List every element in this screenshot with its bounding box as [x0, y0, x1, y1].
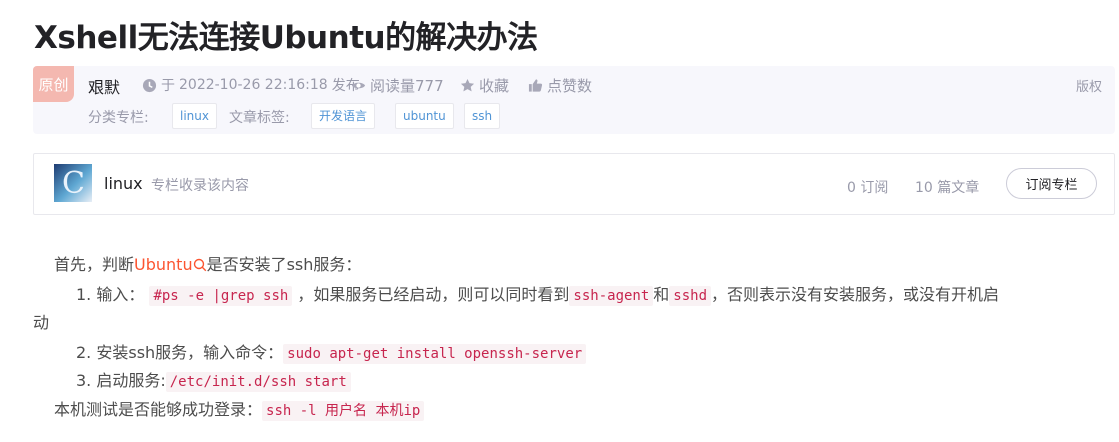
star-icon: [460, 78, 475, 92]
step3-prefix: 3. 启动服务:: [76, 371, 166, 390]
line1-suffix: 是否安装了ssh服务：: [206, 255, 362, 274]
publish-time: 2022-10-26 22:16:18: [179, 77, 328, 93]
step1-code-sshd: sshd: [669, 286, 712, 306]
category-label: 分类专栏:: [88, 110, 149, 126]
content-step-3: 3. 启动服务:/etc/init.d/ssh start: [76, 368, 351, 395]
copyright-link[interactable]: 版权: [1076, 76, 1102, 95]
content-step-1-wrap: 动: [33, 313, 50, 332]
clock-icon: [142, 78, 157, 92]
thumbs-up-icon: [528, 79, 543, 92]
line1-prefix: 首先，判断: [54, 255, 135, 274]
ubuntu-link-text: Ubuntu: [134, 255, 193, 274]
column-article-count: 10 篇文章: [915, 180, 980, 196]
author-link[interactable]: 艰默: [88, 74, 120, 98]
step1-prefix: 1. 输入：: [76, 285, 145, 304]
search-icon: [193, 258, 206, 272]
content-step-1: 1. 输入： #ps -e |grep ssh ，如果服务已经启动，则可以同时看…: [76, 282, 999, 309]
content-line-5: 本机测试是否能够成功登录： ssh -l 用户名 本机ip: [54, 397, 425, 424]
column-description: 专栏收录该内容: [151, 178, 249, 194]
line5-code: ssh -l 用户名 本机ip: [262, 401, 425, 421]
tag-ubuntu[interactable]: ubuntu: [395, 103, 454, 129]
subscribe-column-button[interactable]: 订阅专栏: [1006, 168, 1097, 199]
step3-code: /etc/init.d/ssh start: [165, 372, 351, 392]
read-count-label: 阅读量777: [370, 77, 444, 95]
category-tag-linux[interactable]: linux: [172, 103, 217, 129]
step2-code: sudo apt-get install openssh-server: [283, 344, 587, 364]
tag-ssh[interactable]: ssh: [464, 103, 501, 129]
column-avatar-letter: C: [62, 166, 85, 201]
publish-info: 于 2022-10-26 22:16:18 发布: [142, 75, 360, 95]
original-badge: 原创: [33, 66, 74, 102]
step1-code: #ps -e |grep ssh: [149, 286, 293, 306]
step2-prefix: 2. 安装ssh服务，输入命令：: [76, 343, 284, 362]
line5-prefix: 本机测试是否能够成功登录：: [54, 400, 263, 419]
step1-suffix: ，否则表示没有安装服务，或没有开机启: [711, 285, 1000, 304]
publish-prefix: 于: [161, 78, 175, 94]
tag-dev-language[interactable]: 开发语言: [311, 103, 376, 129]
article-title: Xshell无法连接Ubuntu的解决办法: [34, 20, 538, 56]
column-name[interactable]: linux: [104, 174, 143, 193]
tags-label: 文章标签:: [229, 110, 290, 126]
content-line-1: 首先，判断Ubuntu 是否安装了ssh服务：: [54, 252, 361, 278]
column-subscribers: 0 订阅: [847, 180, 889, 196]
ubuntu-link[interactable]: Ubuntu: [134, 255, 207, 274]
like-label: 点赞数: [547, 77, 593, 95]
step1-and: 和: [653, 285, 670, 304]
step1-mid: ，如果服务已经启动，则可以同时看到: [297, 285, 570, 304]
read-count: 阅读量777: [351, 75, 444, 96]
like-button[interactable]: 点赞数: [528, 75, 592, 96]
eye-icon: [351, 82, 366, 89]
collect-label: 收藏: [479, 77, 510, 95]
collect-button[interactable]: 收藏: [460, 75, 509, 96]
content-step-2: 2. 安装ssh服务，输入命令： sudo apt-get install ope…: [76, 340, 587, 367]
step1-code-ssh-agent: ssh-agent: [569, 286, 654, 306]
column-avatar[interactable]: C: [54, 164, 92, 202]
